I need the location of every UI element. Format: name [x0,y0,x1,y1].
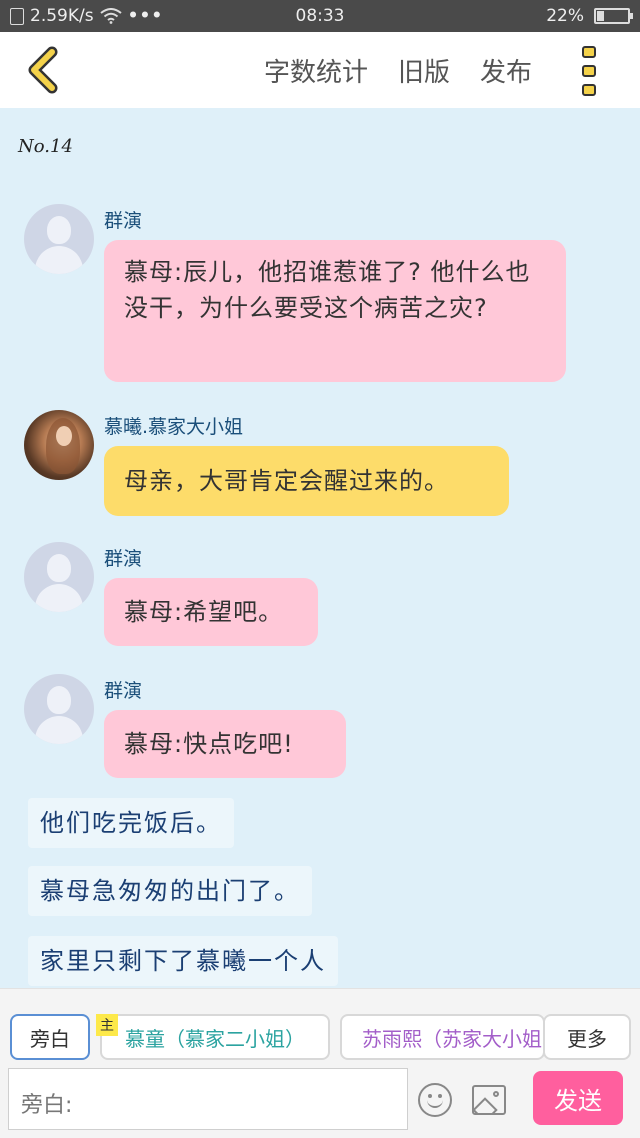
status-right: 22% [546,6,633,26]
avatar[interactable] [24,674,94,744]
message-input[interactable]: 旁白: [8,1068,408,1130]
sender-name: 群演 [104,680,143,702]
sender-name: 群演 [104,548,143,570]
old-version-button[interactable]: 旧版 [398,52,450,89]
publish-button[interactable]: 发布 [480,52,532,89]
role-character-2-button[interactable]: 苏雨熙（苏家大小姐 [340,1014,545,1060]
narration-line[interactable]: 家里只剩下了慕曦一个人 [28,936,338,986]
narration-line[interactable]: 他们吃完饭后。 [28,798,234,848]
battery-icon [594,8,633,24]
top-toolbar: 字数统计 旧版 发布 [0,32,640,108]
more-roles-button[interactable]: 更多 [543,1014,631,1060]
role-character-1-button[interactable]: 慕童（慕家二小姐） [100,1014,330,1060]
more-dot [582,65,596,77]
narration-line[interactable]: 慕母急匆匆的出门了。 [28,866,312,916]
composer-panel: 旁白 慕童（慕家二小姐） 苏雨熙（苏家大小姐 更多 旁白: 发送 [0,988,640,1138]
sender-name: 群演 [104,210,143,232]
message-bubble[interactable]: 慕母:辰儿，他招谁惹谁了? 他什么也没干，为什么要受这个病苦之灾? [104,240,566,382]
sender-name: 慕曦.慕家大小姐 [104,416,244,438]
chat-area[interactable]: No.14 群演 慕母:辰儿，他招谁惹谁了? 他什么也没干，为什么要受这个病苦之… [0,108,640,988]
clock: 08:33 [295,6,345,26]
avatar[interactable] [24,204,94,274]
message-bubble[interactable]: 慕母:快点吃吧! [104,710,346,778]
emoji-icon[interactable] [418,1083,452,1117]
more-dot [582,46,596,58]
avatar[interactable] [24,410,94,480]
role-narrator-button[interactable]: 旁白 [10,1014,90,1060]
message-bubble[interactable]: 母亲，大哥肯定会醒过来的。 [104,446,509,516]
avatar[interactable] [24,542,94,612]
header-actions: 字数统计 旧版 发布 [264,52,532,89]
send-button[interactable]: 发送 [533,1071,623,1125]
status-bar: 2.59K/s ••• 08:33 22% [0,0,640,32]
message-bubble[interactable]: 慕母:希望吧。 [104,578,318,646]
more-menu-icon[interactable] [582,46,600,96]
chapter-number: No.14 [18,136,73,157]
lead-role-badge: 主 [96,1014,118,1036]
word-count-button[interactable]: 字数统计 [264,52,368,89]
battery-fill [597,11,605,21]
battery-percent: 22% [546,6,584,26]
image-icon[interactable] [472,1085,506,1115]
chevron-left-icon[interactable] [22,46,66,94]
more-dot [582,84,596,96]
